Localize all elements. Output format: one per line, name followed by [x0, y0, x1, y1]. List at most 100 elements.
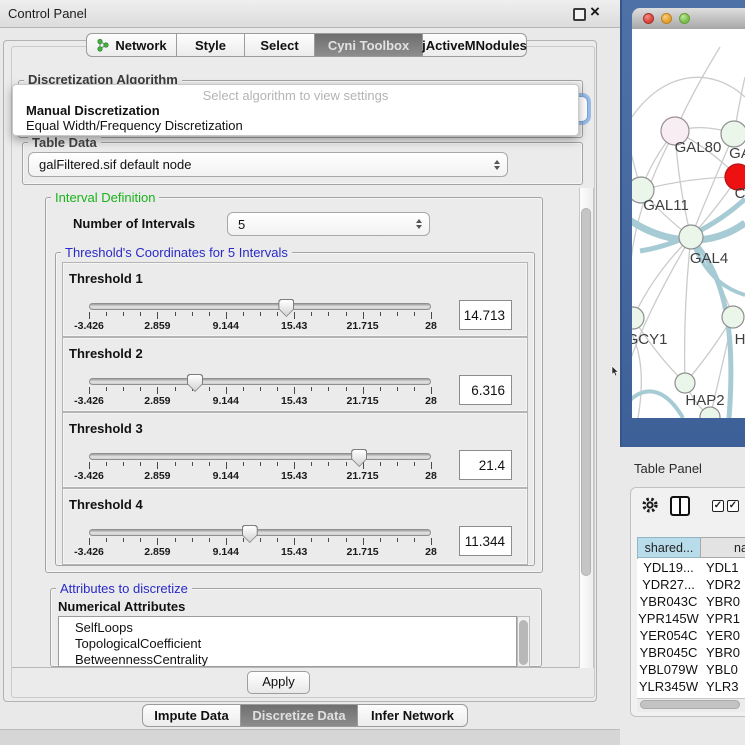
- slider-tick-label: 15.43: [281, 470, 307, 482]
- threshold-value-field[interactable]: 11.344: [459, 526, 512, 556]
- network-canvas[interactable]: GAL80GACGAL11GAL4GCY1HHAP2: [632, 29, 745, 418]
- slider-tick: [328, 312, 329, 316]
- attribute-list-item[interactable]: TopologicalCoefficient: [59, 636, 516, 652]
- table-row[interactable]: YDL19...YDL1: [637, 559, 745, 576]
- close-traffic-light[interactable]: [643, 13, 654, 24]
- table-cell-shared-name: YDL19...: [637, 559, 700, 576]
- slider-tick: [226, 387, 227, 394]
- table-row[interactable]: YLR345WYLR3: [637, 678, 745, 695]
- threshold-slider-handle[interactable]: [278, 299, 294, 317]
- network-node-h[interactable]: [722, 306, 744, 328]
- table-hscrollbar-thumb[interactable]: [640, 700, 740, 709]
- slider-tick: [157, 462, 158, 469]
- slider-tick: [243, 462, 244, 466]
- tab-style[interactable]: Style: [176, 33, 245, 57]
- table-row[interactable]: YBL079WYBL0: [637, 661, 745, 678]
- threshold-label: Threshold 4: [69, 497, 143, 512]
- threshold-slider-handle[interactable]: [242, 525, 258, 543]
- network-node-gal4[interactable]: [679, 225, 703, 249]
- slider-tick: [260, 462, 261, 466]
- slider-tick: [89, 312, 90, 319]
- threshold-value-field[interactable]: 21.4: [459, 450, 512, 480]
- threshold-slider-track[interactable]: [89, 303, 431, 310]
- network-icon: [96, 38, 110, 52]
- slider-tick: [157, 387, 158, 394]
- network-node-hap2[interactable]: [675, 373, 695, 393]
- tab-select[interactable]: Select: [244, 33, 315, 57]
- threshold-slider-handle-face: [352, 450, 366, 466]
- slider-tick: [397, 387, 398, 391]
- slider-tick: [294, 312, 295, 319]
- network-node-ga[interactable]: [721, 121, 745, 147]
- slider-tick-label: 15.43: [281, 320, 307, 332]
- algorithm-option-manual[interactable]: Manual Discretization: [26, 103, 160, 118]
- columns-icon-divider: [679, 498, 681, 514]
- zoom-traffic-light[interactable]: [679, 13, 690, 24]
- minimize-traffic-light[interactable]: [661, 13, 672, 24]
- network-edge[interactable]: [632, 77, 745, 123]
- tab-cyni-toolbox[interactable]: Cyni Toolbox: [314, 33, 423, 57]
- threshold-slider-track[interactable]: [89, 529, 431, 536]
- close-icon[interactable]: ×: [590, 2, 600, 22]
- attributes-list-scrollbar-thumb[interactable]: [519, 620, 528, 665]
- tab-infer-network[interactable]: Infer Network: [357, 704, 468, 727]
- tab-jactivemnodules-label: jActiveMNodules: [422, 38, 527, 53]
- table-data-combo[interactable]: galFiltered.sif default node: [28, 152, 508, 177]
- tab-impute-data[interactable]: Impute Data: [142, 704, 241, 727]
- network-node-gcy1[interactable]: [632, 307, 644, 329]
- slider-tick: [397, 462, 398, 466]
- network-edge[interactable]: [641, 177, 738, 190]
- table-cell-shared-name: YDR27...: [637, 576, 700, 593]
- control-panel-scrollbar-thumb[interactable]: [581, 208, 591, 576]
- tab-discretize-data[interactable]: Discretize Data: [240, 704, 358, 727]
- checkbox-icon[interactable]: ✓: [727, 500, 739, 512]
- column-header-name[interactable]: na: [700, 537, 745, 558]
- slider-tick: [106, 312, 107, 316]
- slider-tick: [226, 312, 227, 319]
- attribute-list-item[interactable]: BetweennessCentrality: [59, 652, 516, 667]
- network-node-label: GAL4: [690, 250, 728, 267]
- combo-stepper-icon: [494, 160, 500, 170]
- attribute-list-item[interactable]: SelfLoops: [59, 620, 516, 636]
- algorithm-placeholder-item[interactable]: Select algorithm to view settings: [13, 88, 578, 103]
- slider-tick: [346, 387, 347, 391]
- slider-tick: [328, 387, 329, 391]
- tab-select-label: Select: [260, 38, 298, 53]
- table-row[interactable]: YBR045CYBR0: [637, 644, 745, 661]
- slider-tick: [277, 387, 278, 391]
- column-header-shared-name[interactable]: shared...: [637, 537, 701, 558]
- slider-tick-label: 21.715: [347, 546, 379, 558]
- tab-network-label: Network: [115, 38, 166, 53]
- algorithm-option-equal-width[interactable]: Equal Width/Frequency Discretization: [26, 118, 243, 133]
- slider-tick: [192, 312, 193, 316]
- table-row[interactable]: YDR27...YDR2: [637, 576, 745, 593]
- threshold-slider-track[interactable]: [89, 378, 431, 385]
- threshold-slider-handle[interactable]: [351, 449, 367, 467]
- slider-tick: [89, 387, 90, 394]
- threshold-slider-handle[interactable]: [187, 374, 203, 392]
- slider-tick: [311, 462, 312, 466]
- tab-network[interactable]: Network: [86, 33, 177, 57]
- threshold-label: Threshold 3: [69, 421, 143, 436]
- threshold-value-field[interactable]: 6.316: [459, 375, 512, 405]
- number-of-intervals-combo[interactable]: 5: [227, 212, 430, 236]
- slider-tick: [157, 538, 158, 545]
- gear-icon[interactable]: [641, 496, 659, 514]
- table-row[interactable]: YPR145WYPR1: [637, 610, 745, 627]
- slider-tick: [294, 538, 295, 545]
- float-window-icon[interactable]: [573, 8, 586, 21]
- slider-tick: [363, 387, 364, 394]
- table-cell-name: YDR2: [700, 576, 741, 593]
- table-row[interactable]: YBR043CYBR0: [637, 593, 745, 610]
- checkbox-icon[interactable]: ✓: [712, 500, 724, 512]
- table-rows[interactable]: YDL19...YDL1YDR27...YDR2YBR043CYBR0YPR14…: [637, 559, 745, 698]
- threshold-slider-track[interactable]: [89, 453, 431, 460]
- viewport-divider: [12, 667, 589, 668]
- table-row[interactable]: YER054CYER0: [637, 627, 745, 644]
- tab-jactivemnodules[interactable]: jActiveMNodules: [422, 33, 527, 57]
- table-data-combo-value: galFiltered.sif default node: [39, 153, 191, 177]
- numerical-attributes-list[interactable]: SelfLoopsTopologicalCoefficientBetweenne…: [58, 616, 517, 667]
- slider-tick-label: -3.426: [74, 470, 104, 482]
- threshold-value-field[interactable]: 14.713: [459, 300, 512, 330]
- apply-button[interactable]: Apply: [247, 671, 310, 694]
